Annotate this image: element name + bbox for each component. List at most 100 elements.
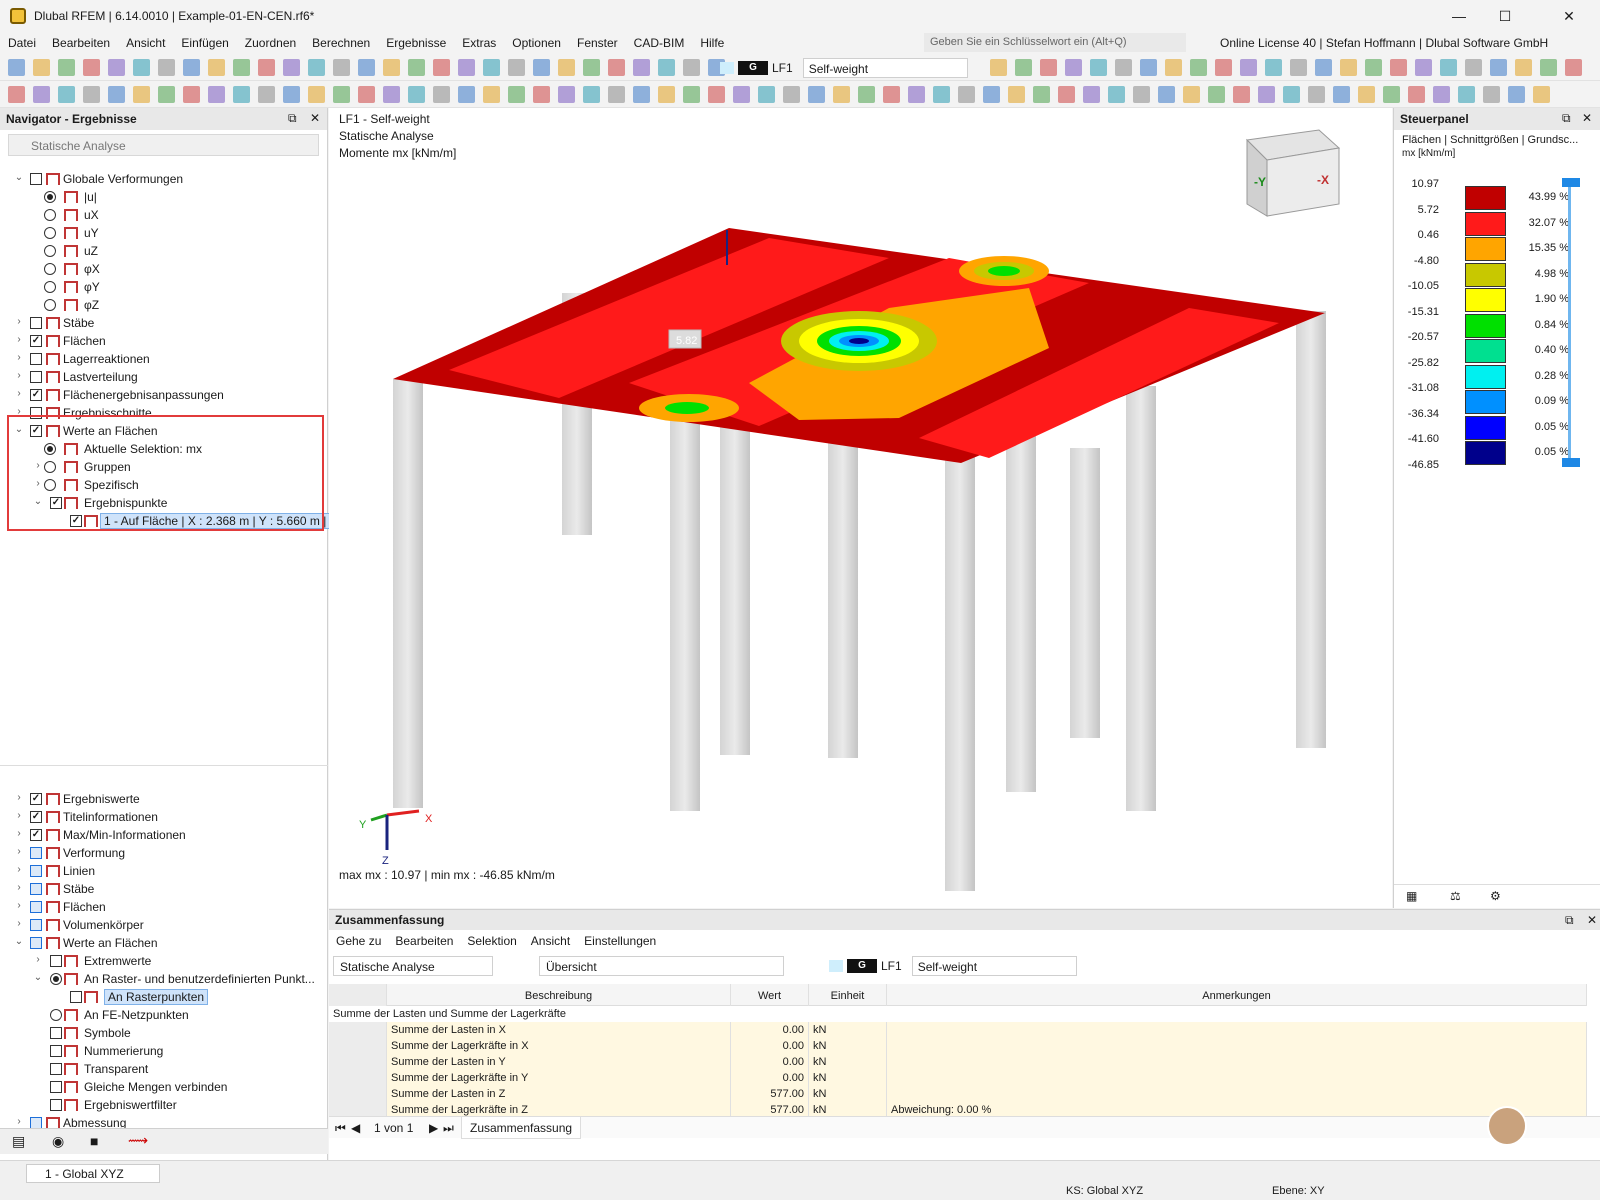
toolbar-tool-icon[interactable]	[1015, 59, 1032, 76]
camera-tab-icon[interactable]: ■	[90, 1133, 98, 1149]
close-panel-icon[interactable]: ✕	[1587, 913, 1597, 927]
chevron-right-icon[interactable]: ›	[14, 864, 24, 875]
toolbar-tool-icon[interactable]	[433, 59, 450, 76]
toolbar-tool-icon[interactable]	[358, 86, 375, 103]
checkbox[interactable]	[50, 1045, 62, 1057]
menu-berechnen[interactable]: Berechnen	[304, 36, 378, 50]
toolbar-tool-icon[interactable]	[983, 86, 1000, 103]
tree-item[interactable]: › ✓ Ergebniswerte	[0, 790, 328, 808]
menu-optionen[interactable]: Optionen	[504, 36, 569, 50]
tree-item[interactable]: uZ	[0, 242, 328, 260]
menu-extras[interactable]: Extras	[454, 36, 504, 50]
checkbox[interactable]	[30, 173, 42, 185]
checkbox[interactable]	[30, 883, 42, 895]
checkbox[interactable]: ✓	[30, 811, 42, 823]
table-row[interactable]: Summe der Lasten in Z 577.00 kN	[329, 1086, 1587, 1102]
tree-item[interactable]: › Extremwerte	[0, 952, 328, 970]
tree-item[interactable]: › Stäbe	[0, 314, 328, 332]
data-tab-icon[interactable]: ▤	[12, 1133, 25, 1150]
table-row[interactable]: Summe der Lasten in X 0.00 kN	[329, 1022, 1587, 1038]
toolbar-tool-icon[interactable]	[133, 86, 150, 103]
toolbar-tool-icon[interactable]	[508, 59, 525, 76]
toolbar-tool-icon[interactable]	[558, 59, 575, 76]
toolbar-tool-icon[interactable]	[1515, 59, 1532, 76]
toolbar-tool-icon[interactable]	[908, 86, 925, 103]
toolbar-tool-icon[interactable]	[1290, 59, 1307, 76]
toolbar-tool-icon[interactable]	[358, 59, 375, 76]
toolbar-tool-icon[interactable]	[1158, 86, 1175, 103]
summary-menu-settings[interactable]: Einstellungen	[577, 934, 663, 948]
toolbar-tool-icon[interactable]	[1465, 59, 1482, 76]
checkbox[interactable]	[30, 371, 42, 383]
toolbar-tool-icon[interactable]	[1358, 86, 1375, 103]
chevron-right-icon[interactable]: ›	[14, 882, 24, 893]
toolbar-tool-icon[interactable]	[458, 86, 475, 103]
toolbar-tool-icon[interactable]	[808, 86, 825, 103]
float-panel-icon[interactable]: ⧉	[1565, 913, 1574, 928]
toolbar-tool-icon[interactable]	[1215, 59, 1232, 76]
chevron-right-icon[interactable]: ›	[14, 918, 24, 929]
probe-marker[interactable]: 5.82	[668, 329, 702, 349]
chevron-right-icon[interactable]: ›	[14, 334, 24, 345]
close-panel-icon[interactable]: ✕	[1582, 111, 1592, 125]
loadcase-dropdown[interactable]: Self-weight	[802, 58, 968, 78]
checkbox[interactable]: ✓	[30, 389, 42, 401]
toolbar-tool-icon[interactable]	[1508, 86, 1525, 103]
toolbar-tool-icon[interactable]	[833, 86, 850, 103]
toolbar-tool-icon[interactable]	[1033, 86, 1050, 103]
tab-summary[interactable]: Zusammenfassung	[461, 1117, 582, 1139]
toolbar-tool-icon[interactable]	[683, 86, 700, 103]
toolbar-tool-icon[interactable]	[1565, 59, 1582, 76]
toolbar-tool-icon[interactable]	[408, 86, 425, 103]
toolbar-tool-icon[interactable]	[783, 86, 800, 103]
column[interactable]	[1296, 311, 1326, 748]
table-row[interactable]: Summe der Lagerkräfte in Y 0.00 kN	[329, 1070, 1587, 1086]
toolbar-tool-icon[interactable]	[1408, 86, 1425, 103]
tree-item[interactable]: › Linien	[0, 862, 328, 880]
toolbar-tool-icon[interactable]	[1008, 86, 1025, 103]
toolbar-tool-icon[interactable]	[633, 86, 650, 103]
summary-view-dropdown[interactable]: Übersicht	[539, 956, 784, 976]
tree-item[interactable]: › ✓ Flächenergebnisanpassungen	[0, 386, 328, 404]
toolbar-tool-icon[interactable]	[283, 59, 300, 76]
menu-einfuegen[interactable]: Einfügen	[173, 36, 236, 50]
checkbox[interactable]: ✓	[30, 793, 42, 805]
toolbar-tool-icon[interactable]	[1283, 86, 1300, 103]
toolbar-tool-icon[interactable]	[1383, 86, 1400, 103]
radio-button[interactable]	[50, 1009, 62, 1021]
toolbar-tool-icon[interactable]	[683, 59, 700, 76]
loadcase-selector[interactable]: G LF1 Self-weight	[720, 58, 968, 78]
toolbar-tool-icon[interactable]	[1140, 59, 1157, 76]
toolbar-tool-icon[interactable]	[108, 86, 125, 103]
toolbar-tool-icon[interactable]	[433, 86, 450, 103]
checkbox[interactable]	[30, 865, 42, 877]
toolbar-tool-icon[interactable]	[1365, 59, 1382, 76]
toolbar-tool-icon[interactable]	[8, 59, 25, 76]
toolbar-tool-icon[interactable]	[1390, 59, 1407, 76]
toolbar-tool-icon[interactable]	[83, 59, 100, 76]
chevron-down-icon[interactable]: ⌄	[33, 972, 43, 983]
toolbar-tool-icon[interactable]	[483, 86, 500, 103]
chevron-right-icon[interactable]: ›	[14, 1116, 24, 1127]
checkbox[interactable]	[50, 955, 62, 967]
chevron-right-icon[interactable]: ›	[14, 810, 24, 821]
toolbar-tool-icon[interactable]	[1208, 86, 1225, 103]
checkbox[interactable]	[30, 847, 42, 859]
menu-ansicht[interactable]: Ansicht	[118, 36, 173, 50]
toolbar-tool-icon[interactable]	[658, 86, 675, 103]
toolbar-tool-icon[interactable]	[333, 86, 350, 103]
chevron-right-icon[interactable]: ›	[14, 370, 24, 381]
checkbox[interactable]	[50, 1063, 62, 1075]
radio-button[interactable]	[50, 973, 62, 985]
analysis-type-dropdown[interactable]: Statische Analyse	[8, 134, 319, 156]
menu-ergebnisse[interactable]: Ergebnisse	[378, 36, 454, 50]
checkbox[interactable]	[70, 991, 82, 1003]
checkbox[interactable]: ✓	[30, 829, 42, 841]
tree-item[interactable]: An Rasterpunkten	[0, 988, 328, 1006]
last-page-icon[interactable]: ⏭	[443, 1121, 454, 1136]
column[interactable]	[1070, 448, 1100, 738]
chevron-right-icon[interactable]: ›	[14, 352, 24, 363]
toolbar-tool-icon[interactable]	[990, 59, 1007, 76]
toolbar-tool-icon[interactable]	[408, 59, 425, 76]
tree-item[interactable]: › Volumenkörper	[0, 916, 328, 934]
